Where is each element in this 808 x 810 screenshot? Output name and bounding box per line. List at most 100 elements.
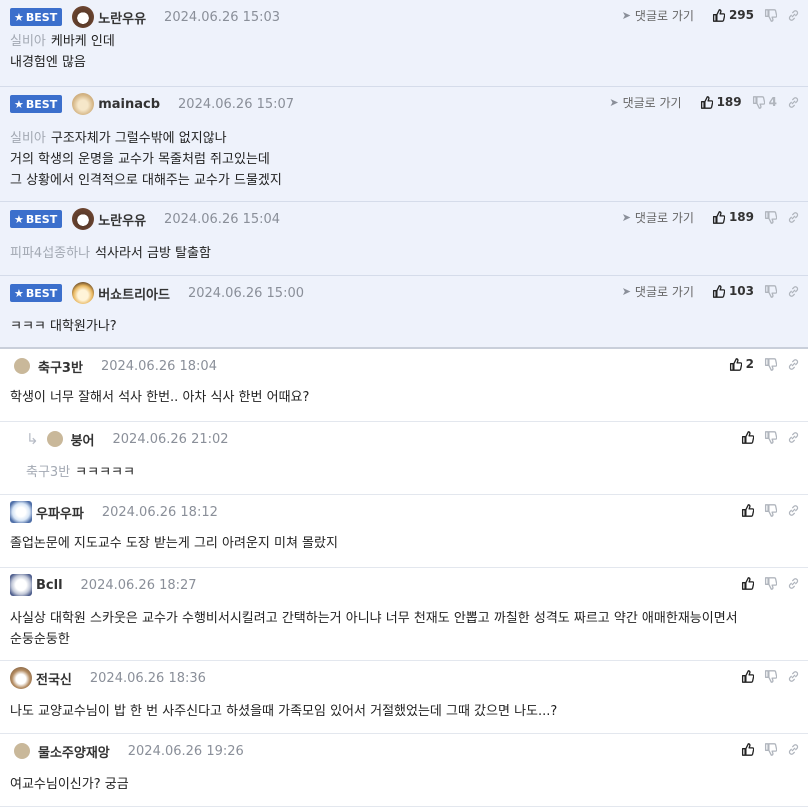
comment-date: 2024.06.26 18:04 (100, 358, 217, 374)
nickname[interactable]: 물소주양재앙 (38, 742, 110, 761)
link-icon[interactable] (787, 431, 800, 444)
comment-line: 사실상 대학원 스카웃은 교수가 수행비서시킬려고 간택하는거 아니냐 너무 천… (10, 608, 738, 629)
dislike-button[interactable] (764, 742, 777, 756)
blob-avatar[interactable] (14, 358, 30, 374)
dislike-button[interactable] (764, 430, 777, 444)
thumbs-up-icon (712, 210, 725, 224)
comment-text: 졸업논문에 지도교수 도장 받는게 그리 아려운지 미쳐 몰랐지 (10, 536, 338, 551)
reply-target[interactable]: 축구3반 (26, 465, 70, 480)
comment-actions: ➤ 댓글로 가기 103 (622, 282, 800, 300)
comment-line: 순둥순둥한 (10, 629, 738, 650)
comment-header: Bcll 2024.06.26 18:27 (10, 574, 197, 596)
reply-target[interactable]: 피파4섭종하나 (10, 246, 90, 261)
comment: Bcll 2024.06.26 18:27 사실상 대학원 스카웃은 교수가 수행비… (0, 568, 808, 661)
go-to-reply-label: 댓글로 가기 (634, 8, 694, 23)
bear-avatar[interactable] (72, 6, 95, 28)
bear-avatar[interactable] (72, 208, 95, 230)
comment-body: 학생이 너무 잘해서 석사 한번.. 아차 식사 한번 어때요? (10, 387, 309, 408)
thumbs-up-icon (729, 357, 742, 371)
thumbs-down-icon (764, 576, 777, 590)
link-icon[interactable] (787, 9, 800, 22)
pom-avatar[interactable] (10, 501, 32, 523)
thumbs-up-icon (741, 669, 754, 683)
comment-line: 피파4섭종하나 석사라서 금방 탈출함 (10, 243, 211, 264)
comment-date: 2024.06.26 15:03 (164, 9, 281, 25)
nickname[interactable]: 버쇼트리아드 (98, 284, 170, 303)
nickname[interactable]: 노란우유 (98, 210, 146, 229)
best-badge: ★ BEST (10, 210, 63, 228)
blob-avatar[interactable] (14, 743, 30, 759)
comment-actions (741, 428, 800, 446)
like-button[interactable] (741, 503, 754, 517)
link-icon[interactable] (787, 211, 800, 224)
like-button[interactable] (741, 430, 754, 444)
comment-date: 2024.06.26 18:36 (89, 670, 206, 686)
like-button[interactable] (741, 742, 754, 756)
link-icon[interactable] (787, 670, 800, 683)
reply-target[interactable]: 실비아 (10, 131, 46, 146)
go-to-reply-label: 댓글로 가기 (622, 95, 682, 110)
nickname[interactable]: 우파우파 (36, 503, 84, 522)
comment-date: 2024.06.26 15:00 (187, 285, 304, 301)
comment-actions (741, 501, 800, 519)
nickname[interactable]: 붕어 (71, 430, 95, 449)
link-icon[interactable] (787, 504, 800, 517)
fox-avatar[interactable] (72, 282, 95, 304)
reply-arrow-icon: ↳ (26, 430, 39, 448)
dislike-count: 4 (768, 95, 777, 109)
comment-line: 거의 학생의 운명을 교수가 목줄처럼 쥐고있는데 (10, 149, 282, 170)
nickname[interactable]: mainacb (98, 97, 160, 112)
dislike-button[interactable] (764, 576, 777, 590)
blob-avatar[interactable] (46, 431, 63, 447)
comment: 축구3반 2024.06.26 18:04 2 학생이 너무 잘해서 석사 한번.. … (0, 349, 808, 422)
link-icon[interactable] (787, 358, 800, 371)
reply-target[interactable]: 실비아 (10, 34, 46, 49)
comment-actions: ➤ 댓글로 가기 189 4 (609, 93, 800, 111)
dislike-button[interactable] (764, 669, 777, 683)
comment-actions: ➤ 댓글로 가기 189 (622, 208, 800, 226)
best-badge-label: BEST (25, 286, 58, 300)
link-icon[interactable] (787, 743, 800, 756)
like-button[interactable]: 2 (729, 357, 754, 371)
dislike-button[interactable] (764, 210, 777, 224)
go-to-reply-link[interactable]: ➤ 댓글로 가기 (622, 209, 694, 226)
star-icon: ★ (14, 10, 24, 24)
dog-avatar[interactable] (72, 93, 95, 115)
best-comment: ★ BEST 노란우유 2024.06.26 15:04 ➤ 댓글로 가기 189 피파4섭종… (0, 202, 808, 276)
comment-line: 축구3반 ㅋㅋㅋㅋㅋ (26, 462, 135, 483)
comment-header: 전국신 2024.06.26 18:36 (10, 667, 206, 689)
like-button[interactable]: 189 (700, 95, 742, 109)
comment-date: 2024.06.26 15:07 (178, 96, 295, 112)
comment: 물소주양재앙 2024.06.26 19:26 여교수님이신가? 궁금 (0, 734, 808, 807)
go-to-reply-link[interactable]: ➤ 댓글로 가기 (622, 7, 694, 24)
otter-avatar[interactable] (10, 667, 32, 689)
comment-date: 2024.06.26 18:12 (101, 504, 218, 520)
rabbit-avatar[interactable] (10, 574, 32, 596)
comment-header: 물소주양재앙 2024.06.26 19:26 (10, 740, 244, 762)
comment-date: 2024.06.26 19:26 (127, 743, 244, 759)
nickname[interactable]: Bcll (36, 578, 63, 593)
dislike-button[interactable] (764, 284, 777, 298)
like-button[interactable] (741, 669, 754, 683)
like-button[interactable]: 295 (712, 8, 754, 22)
send-icon: ➤ (621, 8, 631, 22)
nickname[interactable]: 노란우유 (98, 8, 146, 27)
dislike-button[interactable]: 4 (752, 95, 777, 109)
go-to-reply-link[interactable]: ➤ 댓글로 가기 (622, 283, 694, 300)
best-badge: ★ BEST (10, 8, 63, 26)
like-button[interactable]: 189 (712, 210, 754, 224)
nickname[interactable]: 전국신 (36, 669, 72, 688)
link-icon[interactable] (787, 285, 800, 298)
reply-comment: ↳ 붕어 2024.06.26 21:02 축구3반 ㅋㅋㅋㅋㅋ (0, 422, 808, 495)
dislike-button[interactable] (764, 357, 777, 371)
like-button[interactable] (741, 576, 754, 590)
nickname[interactable]: 축구3반 (38, 357, 83, 376)
dislike-button[interactable] (764, 503, 777, 517)
link-icon[interactable] (787, 96, 800, 109)
link-icon[interactable] (787, 577, 800, 590)
like-button[interactable]: 103 (712, 284, 754, 298)
go-to-reply-link[interactable]: ➤ 댓글로 가기 (609, 94, 681, 111)
dislike-button[interactable] (764, 8, 777, 22)
comment-line: 졸업논문에 지도교수 도장 받는게 그리 아려운지 미쳐 몰랐지 (10, 533, 338, 554)
thumbs-down-icon (764, 357, 777, 371)
